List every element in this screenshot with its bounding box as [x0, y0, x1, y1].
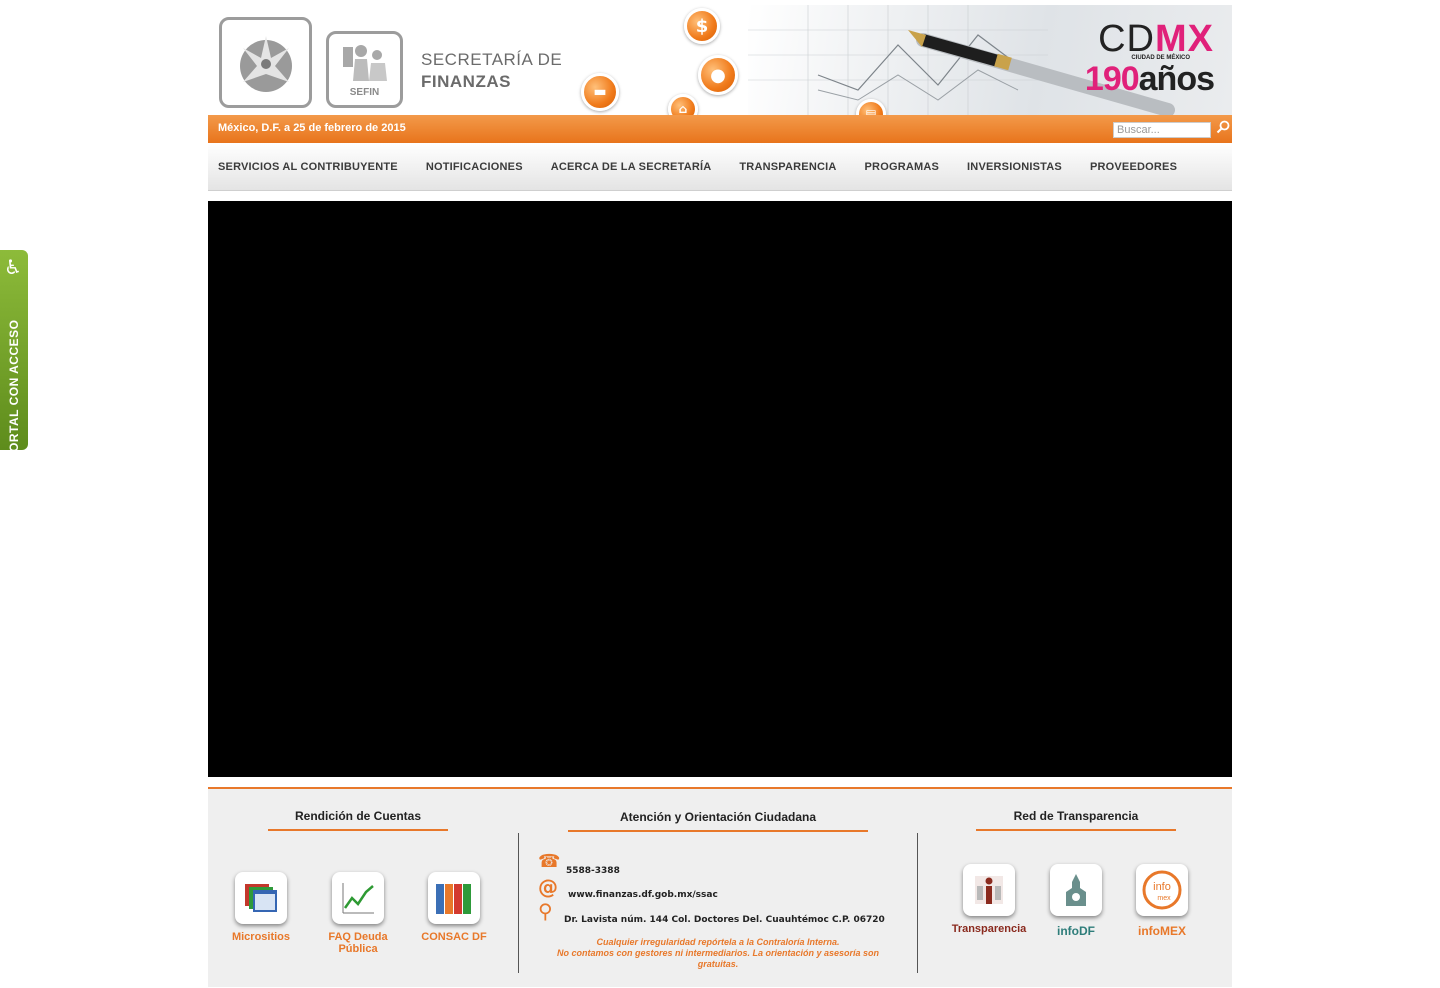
nav-item-notificaciones[interactable]: NOTIFICACIONES [426, 161, 523, 173]
transparencia-label[interactable]: Transparencia [943, 923, 1035, 935]
irregularity-notice: Cualquier irregularidad repórtela a la C… [538, 937, 898, 970]
secretaria-title: SECRETARÍA DE FINANZAS [421, 49, 562, 93]
accessibility-portal-label: PORTAL CON ACCESO [7, 319, 21, 461]
infodf-monument-icon [1066, 874, 1086, 906]
main-media-area[interactable] [208, 201, 1232, 777]
micrositios-tile[interactable] [235, 872, 287, 924]
at-sign-icon: @ [538, 875, 558, 899]
secretaria-title-line1: SECRETARÍA DE [421, 50, 563, 69]
nav-item-proveedores[interactable]: PROVEEDORES [1090, 161, 1177, 173]
accessibility-portal-tab[interactable]: ♿ PORTAL CON ACCESO [0, 250, 28, 460]
dollar-orb-icon: $ [684, 8, 720, 44]
cdmx-years-number: 190 [1084, 60, 1140, 98]
main-nav: SERVICIOS AL CONTRIBUYENTE NOTIFICACIONE… [208, 143, 1232, 191]
notice-line1: Cualquier irregularidad repórtela a la C… [596, 937, 840, 947]
search-icon[interactable] [1216, 120, 1230, 134]
location-pin-icon: ⚲ [538, 899, 553, 923]
water-drop-orb-icon: ● [698, 55, 738, 95]
nav-item-transparencia[interactable]: TRANSPARENCIA [739, 161, 836, 173]
cdmx-years-word: años [1138, 60, 1215, 98]
sefin-logo[interactable]: SEFIN [326, 31, 403, 108]
nav-item-programas[interactable]: PROGRAMAS [865, 161, 940, 173]
faq-deuda-tile[interactable] [332, 872, 384, 924]
current-date: México, D.F. a 25 de febrero de 2015 [218, 122, 406, 134]
notice-line2: No contamos con gestores ni intermediari… [556, 948, 880, 969]
sefin-logo-text: SEFIN [349, 87, 380, 98]
cdmx-cd: CD [1098, 18, 1155, 60]
infomex-logo-icon: info mex [1142, 870, 1182, 910]
nav-item-inversionistas[interactable]: INVERSIONISTAS [967, 161, 1062, 173]
cdmx-mx: MX [1155, 18, 1214, 60]
contact-website[interactable]: www.finanzas.df.gob.mx/ssac [568, 890, 718, 900]
wheelchair-icon: ♿ [4, 255, 22, 279]
infomex-label[interactable]: infoMEX [1122, 925, 1202, 937]
red-transparencia-title: Red de Transparencia [976, 809, 1176, 831]
nav-item-acerca[interactable]: ACERCA DE LA SECRETARÍA [551, 161, 712, 173]
site-footer: Rendición de Cuentas Micrositios FAQ Deu… [208, 787, 1232, 987]
rising-chart-icon [342, 883, 374, 914]
faq-deuda-label[interactable]: FAQ Deuda Pública [313, 931, 403, 955]
footer-divider-right [917, 833, 918, 973]
binders-icon [436, 884, 471, 914]
search-input[interactable] [1113, 122, 1211, 138]
infodf-tile[interactable] [1050, 864, 1102, 916]
infodf-label[interactable]: infoDF [1036, 925, 1116, 937]
consac-label[interactable]: CONSAC DF [414, 931, 494, 943]
nav-item-servicios[interactable]: SERVICIOS AL CONTRIBUYENTE [218, 161, 398, 173]
site-header: SEFIN SECRETARÍA DE FINANZAS $ ● ▬ ⌂ ▤ C… [208, 5, 1232, 115]
atencion-title: Atención y Orientación Ciudadana [568, 810, 868, 832]
transparencia-logo-icon [975, 876, 1003, 904]
consac-tile[interactable] [428, 872, 480, 924]
escudo-logo[interactable] [219, 17, 312, 108]
cdmx-190-logo[interactable]: CDMX CIUDAD DE MÉXICO 190años [1084, 18, 1215, 98]
transparencia-tile[interactable] [963, 864, 1015, 916]
infomex-tile[interactable]: info mex [1136, 864, 1188, 916]
rendicion-title: Rendición de Cuentas [268, 809, 448, 831]
svg-text:mex: mex [1157, 895, 1171, 902]
date-search-bar: México, D.F. a 25 de febrero de 2015 [208, 115, 1232, 143]
angel-emblem-icon [239, 35, 292, 92]
car-orb-icon: ▬ [581, 73, 619, 111]
micrositios-icon [245, 884, 277, 912]
phone-number: 5588-3388 [566, 866, 620, 876]
phone-icon: ☎ [538, 851, 561, 872]
house-orb-icon: ⌂ [668, 94, 698, 115]
contact-address: Dr. Lavista núm. 144 Col. Doctores Del. … [564, 915, 885, 925]
secretaria-title-line2: FINANZAS [421, 72, 511, 91]
svg-text:info: info [1153, 881, 1171, 893]
sefin-figures-icon [342, 45, 387, 81]
footer-divider-left [518, 833, 519, 973]
micrositios-label[interactable]: Micrositios [221, 931, 301, 943]
